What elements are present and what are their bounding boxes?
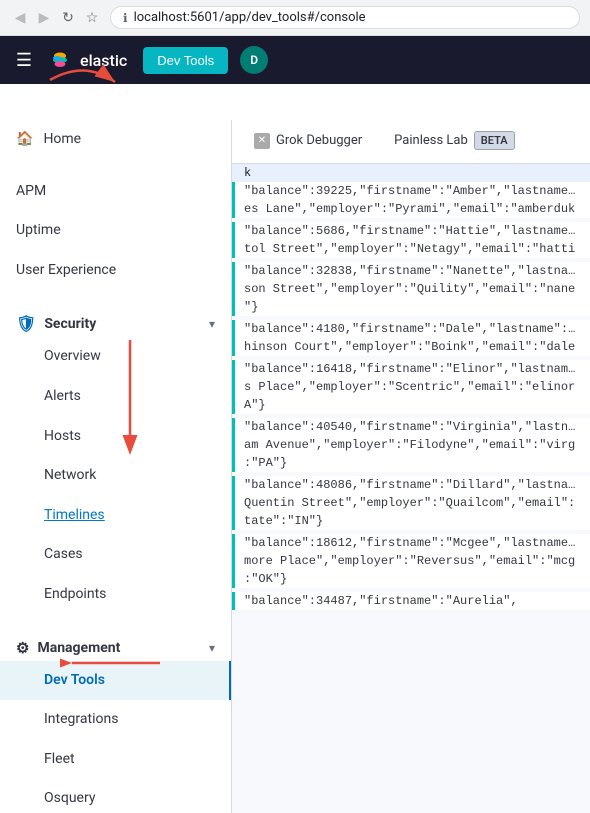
overview-label: Overview — [16, 347, 101, 367]
osquery-label: Osquery — [16, 789, 95, 809]
console-line: "balance":18612,"firstname":"Mcgee","las… — [232, 534, 590, 552]
console-line: "balance":40540,"firstname":"Virginia","… — [232, 418, 590, 436]
console-panel: ✕ Grok Debugger Painless Lab BETA k"bala… — [232, 120, 590, 813]
content-area: 🏠 Home APM Uptime User Experience 🛡 Secu… — [0, 120, 590, 813]
bookmark-button[interactable]: ☆ — [82, 8, 102, 28]
browser-nav-buttons: ◀ ▶ ↻ ☆ — [10, 8, 102, 28]
top-nav: ☰ elastic Dev Tools D — [0, 36, 590, 84]
hosts-label: Hosts — [16, 427, 81, 447]
logo-container: elastic — [48, 48, 127, 72]
elastic-logo-icon — [48, 48, 72, 72]
console-line: "balance":5686,"firstname":"Hattie","las… — [232, 222, 590, 240]
user-avatar[interactable]: D — [240, 46, 268, 74]
forward-button[interactable]: ▶ — [34, 8, 54, 28]
painless-lab-label: Painless Lab — [394, 133, 468, 148]
console-line: son Street","employer":"Quility","email"… — [232, 280, 590, 298]
beta-badge: BETA — [474, 131, 515, 150]
grok-debugger-label: Grok Debugger — [276, 133, 362, 148]
management-section-label: Management — [37, 640, 120, 656]
console-line: "balance":4180,"firstname":"Dale","lastn… — [232, 320, 590, 338]
console-line: s Place","employer":"Scentric","email":"… — [232, 378, 590, 396]
console-tabs: ✕ Grok Debugger Painless Lab BETA — [232, 120, 590, 164]
apm-label: APM — [16, 182, 46, 202]
security-section-header[interactable]: 🛡 Security ▾ — [0, 302, 231, 337]
console-line: am Avenue","employer":"Filodyne","email"… — [232, 436, 590, 454]
cases-label: Cases — [16, 545, 83, 565]
grok-debugger-close-icon[interactable]: ✕ — [254, 133, 270, 149]
security-icon: ℹ — [123, 11, 128, 25]
console-line: "balance":32838,"firstname":"Nanette","l… — [232, 262, 590, 280]
dev-tools-nav-button[interactable]: Dev Tools — [143, 47, 228, 74]
user-experience-label: User Experience — [16, 261, 116, 281]
console-line: "balance":39225,"firstname":"Amber","las… — [232, 182, 590, 200]
sidebar-item-fleet[interactable]: Fleet — [0, 740, 231, 780]
home-icon: 🏠 — [16, 130, 33, 150]
console-line: :"PA"} — [232, 454, 590, 472]
back-button[interactable]: ◀ — [10, 8, 30, 28]
alerts-label: Alerts — [16, 387, 81, 407]
sidebar-item-alerts[interactable]: Alerts — [0, 377, 231, 417]
console-line: k — [232, 164, 590, 182]
sidebar-item-timelines[interactable]: Timelines — [0, 496, 231, 536]
home-label: Home — [43, 130, 81, 150]
page-wrapper: ◀ ▶ ↻ ☆ ℹ localhost:5601/app/dev_tools#/… — [0, 0, 590, 813]
network-label: Network — [16, 466, 96, 486]
management-gear-icon: ⚙ — [16, 639, 29, 657]
console-line: :"OK"} — [232, 570, 590, 588]
console-line: "balance":34487,"firstname":"Aurelia", — [232, 592, 590, 610]
uptime-label: Uptime — [16, 221, 61, 241]
endpoints-label: Endpoints — [16, 585, 106, 605]
integrations-label: Integrations — [16, 710, 118, 730]
console-line: es Lane","employer":"Pyrami","email":"am… — [232, 200, 590, 218]
sidebar-item-dev-tools[interactable]: Dev Tools — [0, 661, 231, 701]
console-line: "} — [232, 298, 590, 316]
sidebar-item-overview[interactable]: Overview — [0, 337, 231, 377]
management-section-header[interactable]: ⚙ Management ▾ — [0, 627, 231, 661]
sidebar-item-hosts[interactable]: Hosts — [0, 417, 231, 457]
sidebar: 🏠 Home APM Uptime User Experience 🛡 Secu… — [0, 120, 232, 813]
tab-painless-lab[interactable]: Painless Lab BETA — [380, 123, 528, 160]
tab-grok-debugger[interactable]: ✕ Grok Debugger — [240, 125, 376, 159]
console-line: A"} — [232, 396, 590, 414]
console-line: "balance":16418,"firstname":"Elinor","la… — [232, 360, 590, 378]
console-line: Quentin Street","employer":"Quailcom","e… — [232, 494, 590, 512]
timelines-label: Timelines — [16, 506, 105, 526]
address-bar[interactable]: ℹ localhost:5601/app/dev_tools#/console — [110, 6, 580, 29]
console-line: hinson Court","employer":"Boink","email"… — [232, 338, 590, 356]
sidebar-item-user-experience[interactable]: User Experience — [0, 251, 231, 291]
security-shield-icon: 🛡 — [16, 314, 36, 333]
fleet-label: Fleet — [16, 750, 75, 770]
security-chevron-icon: ▾ — [209, 317, 215, 331]
url-text: localhost:5601/app/dev_tools#/console — [134, 10, 366, 25]
elastic-logo-text: elastic — [80, 51, 127, 70]
console-line: more Place","employer":"Reversus","email… — [232, 552, 590, 570]
sidebar-item-uptime[interactable]: Uptime — [0, 211, 231, 251]
management-chevron-icon: ▾ — [209, 641, 215, 655]
sidebar-item-osquery[interactable]: Osquery — [0, 779, 231, 813]
console-line: tol Street","employer":"Netagy","email":… — [232, 240, 590, 258]
browser-bar: ◀ ▶ ↻ ☆ ℹ localhost:5601/app/dev_tools#/… — [0, 0, 590, 36]
console-content: k"balance":39225,"firstname":"Amber","la… — [232, 164, 590, 813]
sidebar-item-cases[interactable]: Cases — [0, 535, 231, 575]
sidebar-item-network[interactable]: Network — [0, 456, 231, 496]
sidebar-item-integrations[interactable]: Integrations — [0, 700, 231, 740]
menu-icon[interactable]: ☰ — [12, 48, 36, 72]
console-line: "balance":48086,"firstname":"Dillard","l… — [232, 476, 590, 494]
refresh-button[interactable]: ↻ — [58, 8, 78, 28]
sidebar-item-endpoints[interactable]: Endpoints — [0, 575, 231, 615]
security-section-label: Security — [44, 316, 96, 332]
console-line: tate":"IN"} — [232, 512, 590, 530]
dev-tools-label: Dev Tools — [16, 671, 105, 691]
sidebar-item-apm[interactable]: APM — [0, 172, 231, 212]
sidebar-item-home[interactable]: 🏠 Home — [0, 120, 231, 160]
